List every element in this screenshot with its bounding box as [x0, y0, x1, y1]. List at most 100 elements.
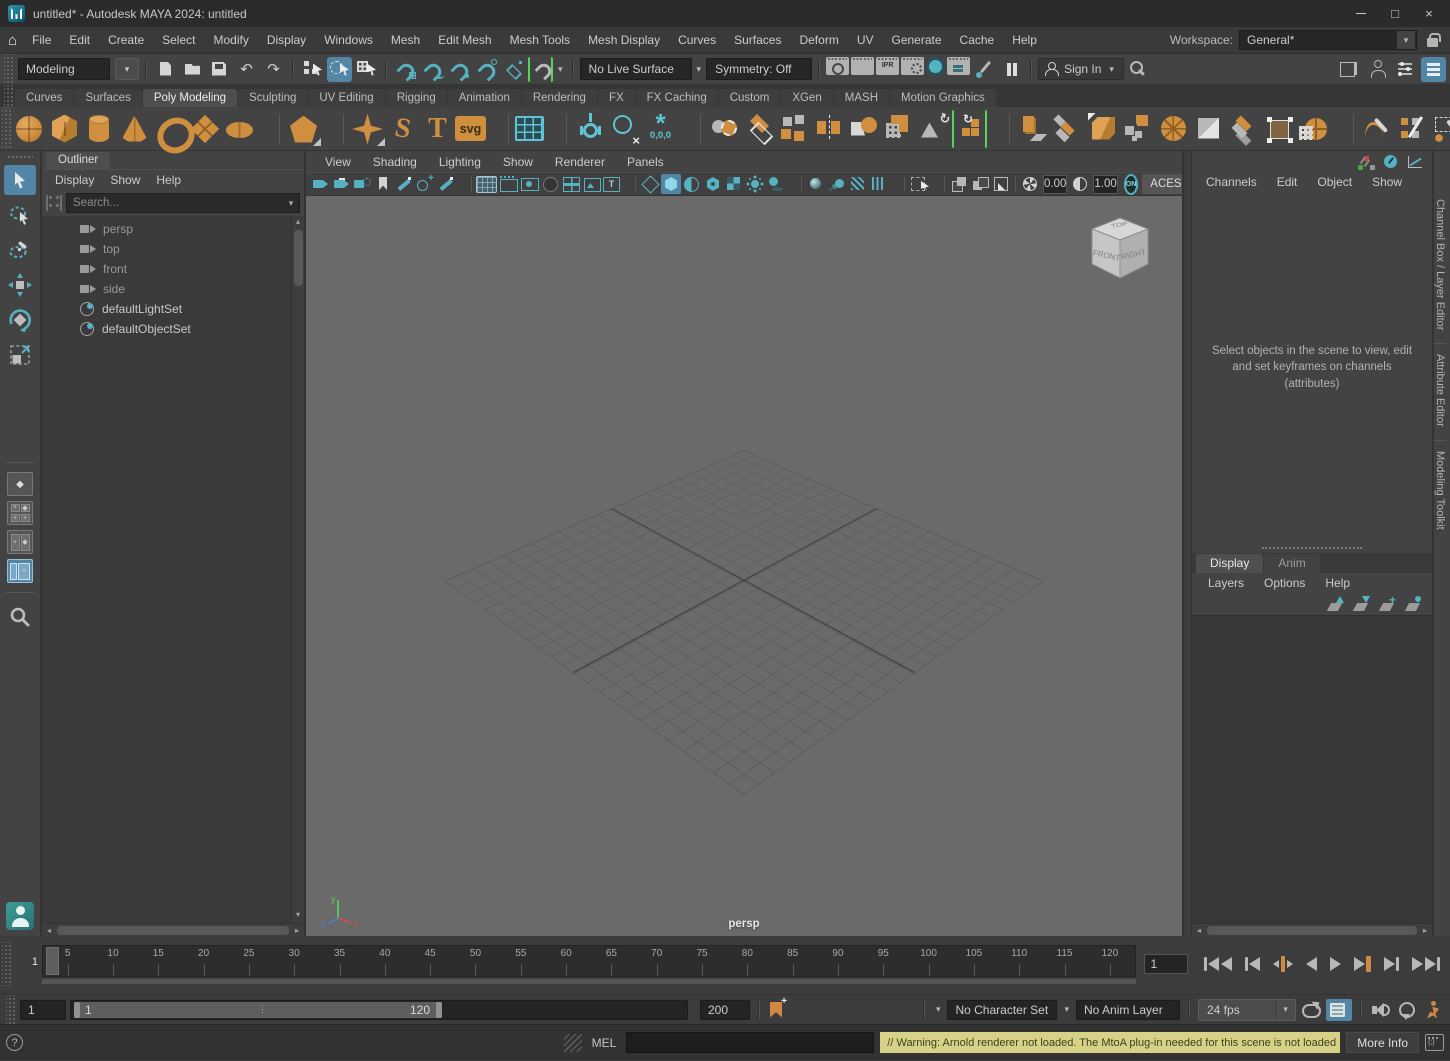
type-tool-icon[interactable]: T	[420, 110, 455, 148]
frame-tick[interactable]: 15	[136, 946, 181, 976]
anti-aliasing-icon[interactable]	[848, 174, 868, 194]
scroll-down-icon[interactable]: ▾	[296, 910, 300, 922]
menu-item[interactable]: Cache	[951, 33, 1004, 47]
step-back-key-button[interactable]	[1273, 956, 1293, 972]
workspace-lock-icon[interactable]	[1427, 38, 1438, 47]
channel-box-menu-item[interactable]: Object	[1317, 175, 1352, 189]
annotate-icon[interactable]	[436, 174, 456, 194]
go-to-end-button[interactable]	[1412, 957, 1440, 971]
circularize-icon[interactable]	[1156, 110, 1191, 148]
group-collapser[interactable]	[141, 57, 151, 81]
minimize-button[interactable]	[1344, 2, 1378, 25]
script-editor-icon[interactable]	[1425, 1034, 1444, 1051]
flip-triangle-icon[interactable]	[1191, 110, 1226, 148]
viewport-menu-item[interactable]: Panels	[618, 155, 673, 169]
channel-box-tab[interactable]: Channel Box / Layer Editor	[1434, 189, 1446, 340]
xray-icon[interactable]	[869, 174, 889, 194]
outliner-tab[interactable]: Outliner	[46, 152, 110, 169]
outliner-vertical-scrollbar[interactable]: ▴ ▾	[291, 216, 304, 923]
frame-tick[interactable]: 20	[181, 946, 226, 976]
menu-item[interactable]: Curves	[669, 33, 725, 47]
go-to-start-button[interactable]	[1204, 957, 1232, 971]
frame-tick[interactable]: 60	[543, 946, 588, 976]
film-gate-icon[interactable]	[498, 174, 518, 194]
gate-mask-icon[interactable]	[540, 174, 560, 194]
select-object-icon[interactable]	[327, 57, 352, 82]
frame-tick[interactable]: 75	[679, 946, 724, 976]
menu-item[interactable]: Create	[99, 33, 153, 47]
speed-gauge-icon[interactable]	[1382, 154, 1400, 170]
pause-viewport-icon[interactable]	[999, 57, 1024, 82]
shelf-tab[interactable]: Rigging	[386, 89, 447, 107]
frame-tick[interactable]: 50	[453, 946, 498, 976]
group-collapser[interactable]	[1026, 57, 1036, 81]
separate-icon[interactable]	[777, 110, 812, 148]
move-layer-up-icon[interactable]	[1326, 596, 1344, 612]
motion-blur-icon[interactable]	[827, 174, 847, 194]
undo-icon[interactable]: ↶	[234, 57, 259, 82]
extrude-icon[interactable]	[1016, 110, 1051, 148]
shelf-tab[interactable]: Curves	[15, 89, 73, 107]
user-avatar[interactable]	[6, 902, 34, 930]
outliner-menu-item[interactable]: Display	[48, 173, 101, 187]
modeling-toolkit-tab[interactable]: Modeling Toolkit	[1434, 440, 1446, 540]
maximize-button[interactable]: □	[1378, 2, 1412, 25]
menu-item[interactable]: Mesh Tools	[501, 33, 579, 47]
snapshot-paste-icon[interactable]	[970, 174, 990, 194]
live-surface-dropdown-icon[interactable]: ▾	[694, 64, 705, 75]
audio-icon[interactable]	[1370, 1000, 1392, 1020]
poly-cone-icon[interactable]	[117, 110, 152, 148]
menu-item[interactable]: Surfaces	[725, 33, 790, 47]
layer-editor-tab[interactable]: Anim	[1264, 554, 1319, 573]
make-live-icon[interactable]	[528, 57, 553, 82]
boolean-icon[interactable]	[742, 110, 777, 148]
shelf-grip[interactable]	[4, 85, 14, 107]
render-current-frame-icon[interactable]	[851, 57, 874, 75]
shelf-icons-grip[interactable]	[2, 107, 12, 150]
workspace-sidebar-toggle-icon[interactable]	[1421, 57, 1446, 82]
step-back-frame-button[interactable]	[1245, 957, 1261, 971]
scroll-thumb[interactable]	[1207, 926, 1417, 935]
frame-tick[interactable]: 90	[815, 946, 860, 976]
viewport-menu-item[interactable]: Show	[494, 155, 542, 169]
resolution-gate-icon[interactable]	[519, 174, 539, 194]
snap-point-icon[interactable]	[447, 57, 472, 82]
frame-tick[interactable]: 65	[589, 946, 634, 976]
frame-tick[interactable]: 5	[45, 946, 90, 976]
channel-box-menu-item[interactable]: Show	[1372, 175, 1402, 189]
menu-item[interactable]: UV	[848, 33, 883, 47]
channel-box-toggle-icon[interactable]	[1393, 57, 1418, 82]
poly-sphere-icon[interactable]	[12, 110, 47, 148]
poly-torus-icon[interactable]	[152, 110, 187, 148]
create-bookmark-button[interactable]: +	[768, 1000, 786, 1020]
bridge-icon[interactable]	[1051, 110, 1086, 148]
frame-tick[interactable]: 115	[1042, 946, 1087, 976]
shelf-tab[interactable]: Animation	[448, 89, 521, 107]
home-icon[interactable]: ⌂	[8, 32, 17, 49]
menu-item[interactable]: Mesh Display	[579, 33, 669, 47]
poly-cube-icon[interactable]	[47, 110, 82, 148]
manipulator-mode-icon[interactable]	[1358, 154, 1376, 170]
freeze-transform-icon[interactable]: 0,0,0	[643, 110, 678, 148]
menu-set-select[interactable]: Modeling	[18, 58, 110, 80]
playback-range[interactable]: 1 ⋮ 120	[74, 1002, 442, 1018]
range-track[interactable]: 1 ⋮ 120	[70, 1000, 688, 1020]
bookmark-icon[interactable]	[373, 174, 393, 194]
group-collapser[interactable]	[568, 57, 578, 81]
group-collapser[interactable]	[1184, 998, 1194, 1022]
workspace-dropdown-icon[interactable]: ▾	[1397, 31, 1415, 49]
tool-settings-toggle-icon[interactable]	[1365, 57, 1390, 82]
isolate-select-icon[interactable]	[909, 174, 929, 194]
use-default-material-icon[interactable]	[724, 174, 744, 194]
platonic-solid-icon[interactable]	[286, 110, 321, 148]
channel-box-menu-item[interactable]: Edit	[1277, 175, 1298, 189]
shelf-tab[interactable]: Motion Graphics	[890, 89, 996, 107]
snapshot-copy-icon[interactable]	[949, 174, 969, 194]
menu-item[interactable]: Help	[1003, 33, 1046, 47]
snap-options-dropdown-icon[interactable]: ▾	[555, 64, 566, 75]
lookdev-view-icon[interactable]	[947, 57, 970, 75]
search-icon[interactable]	[1126, 57, 1151, 82]
menu-item[interactable]: Edit	[60, 33, 99, 47]
anim-curve-icon[interactable]	[1406, 154, 1424, 170]
poly-cylinder-icon[interactable]	[82, 110, 117, 148]
